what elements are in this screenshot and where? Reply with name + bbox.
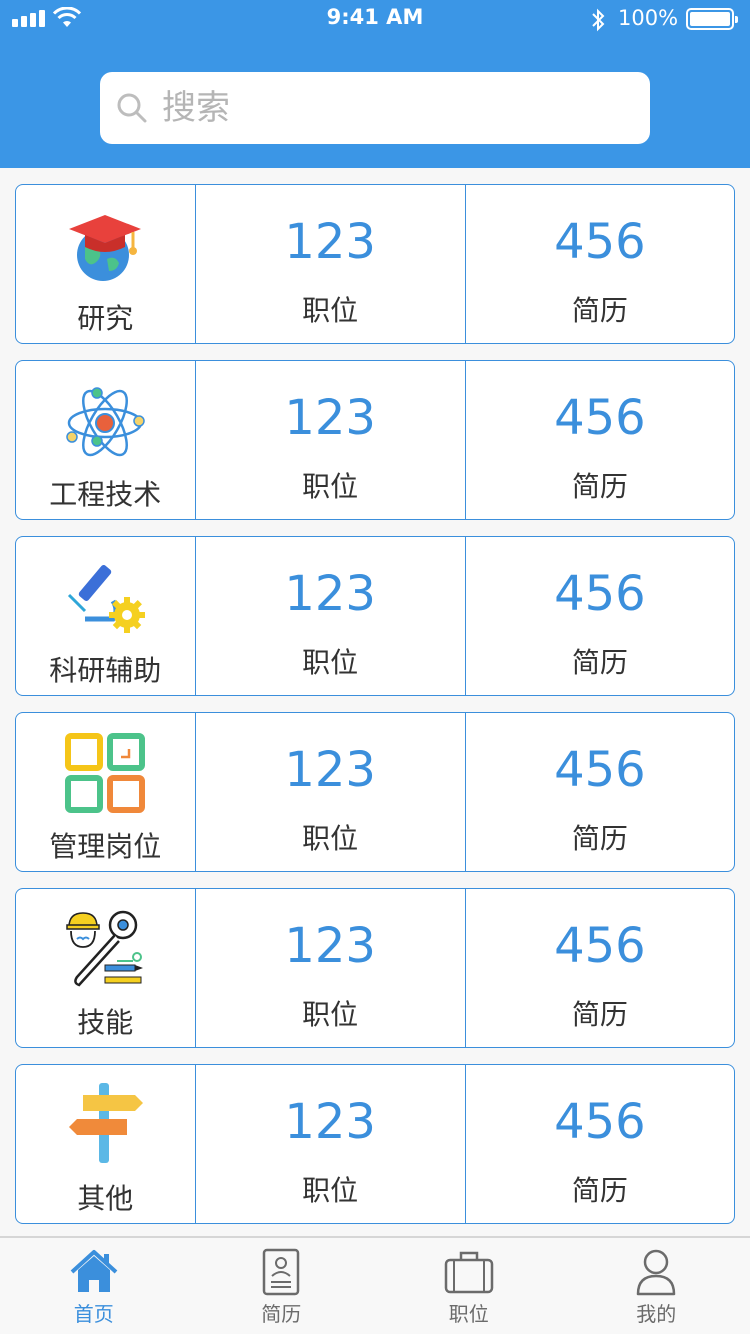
microscope-gear-icon — [68, 565, 146, 633]
tab-mine[interactable]: 我的 — [563, 1238, 750, 1334]
category-card-research-assist[interactable]: 科研辅助 123 职位 456 简历 — [15, 536, 735, 696]
positions-stat[interactable]: 123 职位 — [196, 537, 465, 695]
grid-squares-icon — [65, 733, 146, 813]
graduation-globe-icon — [69, 215, 142, 281]
positions-label: 职位 — [302, 998, 359, 1031]
search-input[interactable] — [162, 88, 622, 128]
category-card-engineering[interactable]: 工程技术 123 职位 456 简历 — [15, 360, 735, 520]
resumes-label: 简历 — [571, 470, 628, 503]
resumes-stat[interactable]: 456 简历 — [464, 361, 734, 519]
resumes-stat[interactable]: 456 简历 — [464, 1065, 734, 1223]
category-card-management[interactable]: 管理岗位 123 职位 456 简历 — [15, 712, 735, 872]
resumes-stat[interactable]: 456 简历 — [464, 537, 734, 695]
resumes-label: 简历 — [571, 1174, 628, 1207]
resumes-stat[interactable]: 456 简历 — [464, 185, 734, 343]
category-label: 技能 — [77, 1006, 134, 1039]
tab-resume[interactable]: 简历 — [188, 1238, 376, 1334]
category-label: 管理岗位 — [49, 830, 162, 863]
briefcase-icon — [444, 1251, 493, 1294]
positions-stat[interactable]: 123 职位 — [196, 185, 465, 343]
category-label: 其他 — [77, 1182, 134, 1215]
category-card-skills[interactable]: 技能 123 职位 456 简历 — [15, 888, 735, 1048]
resumes-stat[interactable]: 456 简历 — [464, 713, 734, 871]
home-icon — [70, 1250, 118, 1292]
positions-stat[interactable]: 123 职位 — [196, 889, 465, 1047]
signpost-icon — [69, 1083, 144, 1163]
status-bar: 9:41 AM 100% — [0, 0, 750, 40]
tab-label: 职位 — [448, 1302, 489, 1326]
positions-count: 123 — [284, 1094, 376, 1150]
tab-label: 简历 — [261, 1302, 302, 1326]
user-icon — [637, 1249, 676, 1296]
category-card-other[interactable]: 其他 123 职位 456 简历 — [15, 1064, 735, 1224]
positions-label: 职位 — [302, 822, 359, 855]
resumes-count: 456 — [554, 390, 646, 446]
resumes-count: 456 — [554, 742, 646, 798]
resumes-label: 简历 — [571, 998, 628, 1031]
positions-stat[interactable]: 123 职位 — [196, 1065, 465, 1223]
positions-stat[interactable]: 123 职位 — [196, 361, 465, 519]
positions-label: 职位 — [302, 646, 359, 679]
category-card-research[interactable]: 研究 123 职位 456 简历 — [15, 184, 735, 344]
resumes-label: 简历 — [571, 646, 628, 679]
battery-percent: 100% — [618, 6, 679, 30]
resumes-count: 456 — [554, 918, 646, 974]
battery-icon — [686, 8, 738, 30]
category-cell[interactable]: 研究 — [16, 185, 196, 343]
resumes-count: 456 — [554, 1094, 646, 1150]
category-label: 研究 — [77, 302, 134, 335]
header-bar: 9:41 AM 100% — [0, 0, 750, 168]
tab-bar: 首页 简历 职位 我的 — [0, 1236, 750, 1334]
positions-count: 123 — [284, 566, 376, 622]
category-label: 科研辅助 — [49, 654, 162, 687]
resumes-label: 简历 — [571, 822, 628, 855]
category-cell[interactable]: 管理岗位 — [16, 713, 196, 871]
category-label: 工程技术 — [49, 478, 162, 511]
resumes-label: 简历 — [571, 294, 628, 327]
category-cell[interactable]: 科研辅助 — [16, 537, 196, 695]
positions-stat[interactable]: 123 职位 — [196, 713, 465, 871]
resumes-stat[interactable]: 456 简历 — [464, 889, 734, 1047]
search-bar[interactable] — [100, 72, 650, 144]
category-cell[interactable]: 技能 — [16, 889, 196, 1047]
tab-home[interactable]: 首页 — [0, 1238, 188, 1334]
tab-positions[interactable]: 职位 — [375, 1238, 563, 1334]
positions-count: 123 — [284, 214, 376, 270]
positions-count: 123 — [284, 918, 376, 974]
positions-label: 职位 — [302, 470, 359, 503]
positions-count: 123 — [284, 390, 376, 446]
bluetooth-icon — [592, 8, 605, 32]
tab-label: 我的 — [636, 1302, 677, 1326]
resumes-count: 456 — [554, 214, 646, 270]
atom-icon — [66, 387, 145, 457]
worker-tools-icon — [66, 910, 144, 987]
positions-label: 职位 — [302, 1174, 359, 1207]
positions-label: 职位 — [302, 294, 359, 327]
resumes-count: 456 — [554, 566, 646, 622]
search-icon — [117, 93, 147, 123]
category-cell[interactable]: 工程技术 — [16, 361, 196, 519]
tab-label: 首页 — [73, 1302, 114, 1326]
resume-icon — [263, 1248, 300, 1296]
positions-count: 123 — [284, 742, 376, 798]
category-cell[interactable]: 其他 — [16, 1065, 196, 1223]
